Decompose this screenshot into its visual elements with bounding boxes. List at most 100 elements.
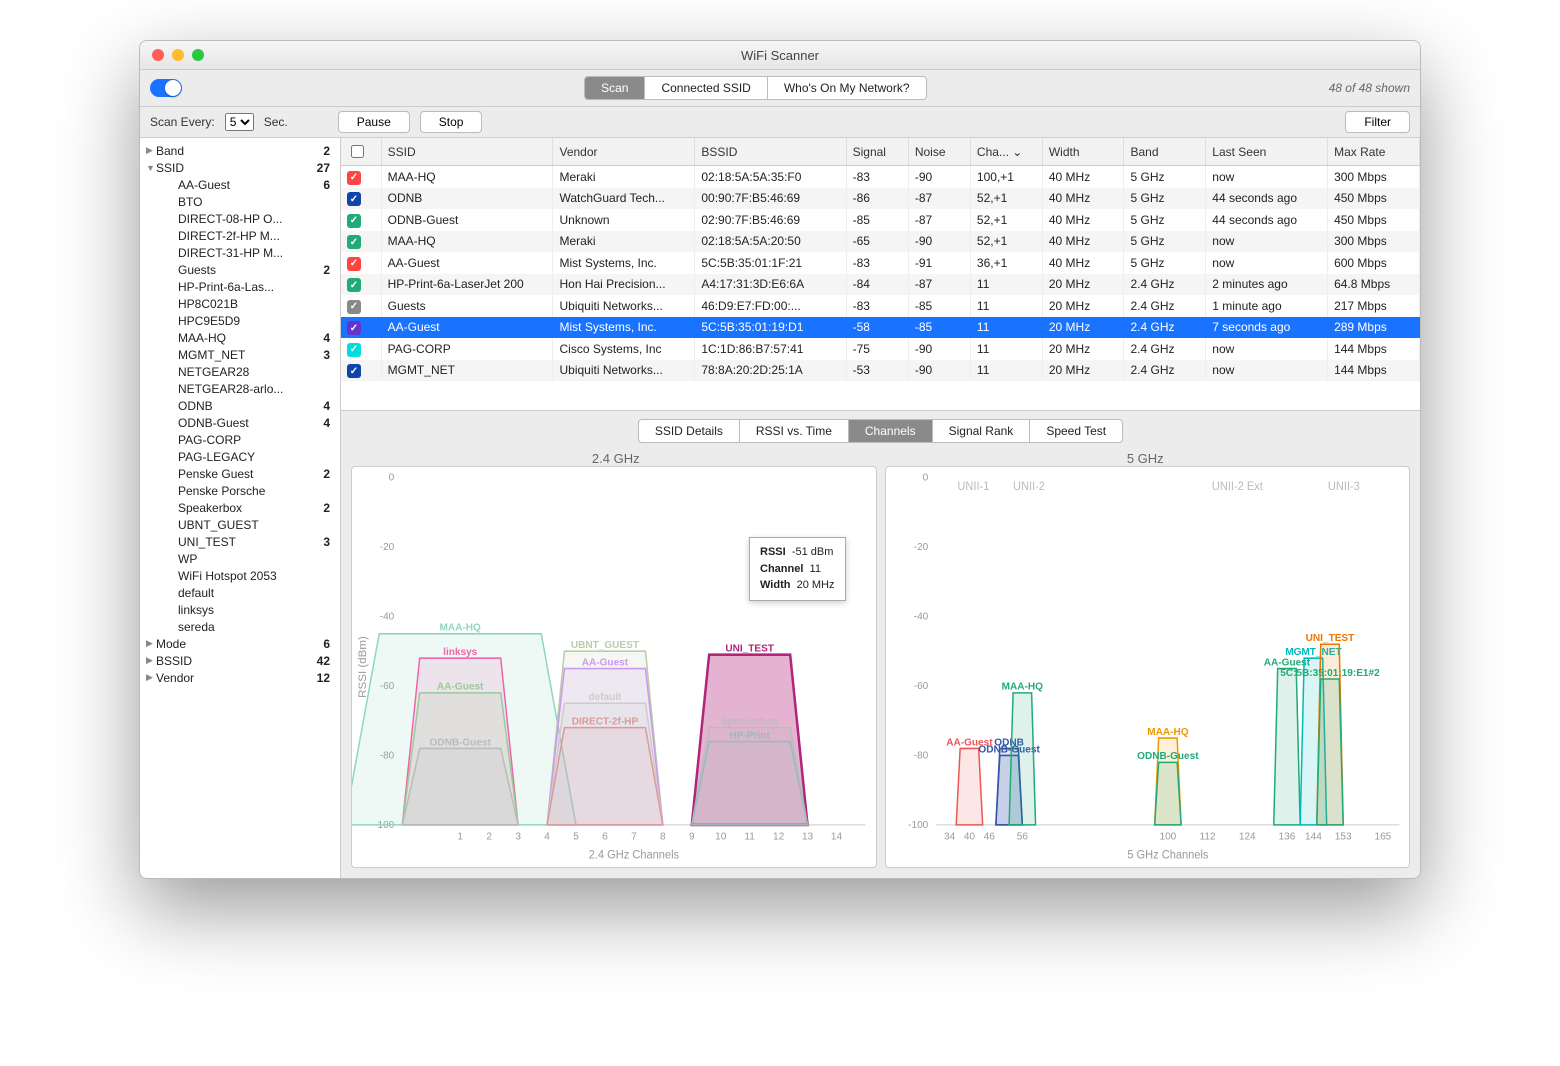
sidebar-label: Speakerbox <box>178 501 310 515</box>
pause-button[interactable]: Pause <box>338 111 410 133</box>
col-Noise[interactable]: Noise <box>908 138 970 166</box>
sidebar-item-speakerbox[interactable]: Speakerbox2 <box>140 499 340 516</box>
sidebar-item-netgear28-arlo-[interactable]: NETGEAR28-arlo... <box>140 380 340 397</box>
svg-text:-40: -40 <box>380 611 395 622</box>
sidebar-item-linksys[interactable]: linksys <box>140 601 340 618</box>
svg-text:165: 165 <box>1374 831 1391 842</box>
detail-tab-speed-test[interactable]: Speed Test <box>1030 420 1122 442</box>
table-row[interactable]: ✓MGMT_NETUbiquiti Networks...78:8A:20:2D… <box>341 360 1420 382</box>
svg-text:14: 14 <box>831 831 842 842</box>
select-all-checkbox[interactable] <box>351 145 364 158</box>
tab-who-s-on-my-network-[interactable]: Who's On My Network? <box>768 77 926 99</box>
row-color-checkbox[interactable]: ✓ <box>347 364 361 378</box>
col-Cha... ⌄[interactable]: Cha... ⌄ <box>970 138 1042 166</box>
sidebar-count: 2 <box>310 501 330 515</box>
table-row[interactable]: ✓ODNB-GuestUnknown02:90:7F:B5:46:69-85-8… <box>341 209 1420 231</box>
sidebar-item-direct-31-hp-m-[interactable]: DIRECT-31-HP M... <box>140 244 340 261</box>
sidebar-item-hpc9e5d9[interactable]: HPC9E5D9 <box>140 312 340 329</box>
sidebar-count: 4 <box>310 416 330 430</box>
col-Max Rate[interactable]: Max Rate <box>1328 138 1420 166</box>
sidebar-item-default[interactable]: default <box>140 584 340 601</box>
table-row[interactable]: ✓MAA-HQMeraki02:18:5A:5A:35:F0-83-90100,… <box>341 166 1420 188</box>
sidebar-item-guests[interactable]: Guests2 <box>140 261 340 278</box>
sidebar-item-aa-guest[interactable]: AA-Guest6 <box>140 176 340 193</box>
sidebar-label: Vendor <box>156 671 310 685</box>
col-Signal[interactable]: Signal <box>846 138 908 166</box>
sidebar-item-pag-legacy[interactable]: PAG-LEGACY <box>140 448 340 465</box>
svg-text:1: 1 <box>457 831 463 842</box>
col-Width[interactable]: Width <box>1042 138 1124 166</box>
table-row[interactable]: ✓PAG-CORPCisco Systems, Inc1C:1D:86:B7:5… <box>341 338 1420 360</box>
sidebar-item-pag-corp[interactable]: PAG-CORP <box>140 431 340 448</box>
sidebar-item-odnb[interactable]: ODNB4 <box>140 397 340 414</box>
sidebar-item-odnb-guest[interactable]: ODNB-Guest4 <box>140 414 340 431</box>
row-color-checkbox[interactable]: ✓ <box>347 343 361 357</box>
detail-tab-ssid-details[interactable]: SSID Details <box>639 420 740 442</box>
table-header[interactable]: SSIDVendorBSSIDSignalNoiseCha... ⌄WidthB… <box>341 138 1420 166</box>
sidebar-item-mode[interactable]: ▶Mode6 <box>140 635 340 652</box>
sidebar-item-ssid[interactable]: ▼SSID27 <box>140 159 340 176</box>
col-BSSID[interactable]: BSSID <box>695 138 846 166</box>
sidebar-item-direct-08-hp-o-[interactable]: DIRECT-08-HP O... <box>140 210 340 227</box>
tab-connected-ssid[interactable]: Connected SSID <box>645 77 767 99</box>
disclosure-icon: ▶ <box>146 655 156 666</box>
table-row[interactable]: ✓HP-Print-6a-LaserJet 200Hon Hai Precisi… <box>341 274 1420 296</box>
col-Vendor[interactable]: Vendor <box>553 138 695 166</box>
sidebar-item-direct-2f-hp-m-[interactable]: DIRECT-2f-HP M... <box>140 227 340 244</box>
svg-text:0: 0 <box>389 473 395 484</box>
row-color-checkbox[interactable]: ✓ <box>347 300 361 314</box>
sidebar-item-bto[interactable]: BTO <box>140 193 340 210</box>
chart-24ghz[interactable]: 0-20-40-60-80-100RSSI (dBm)1234567891011… <box>351 466 877 868</box>
sidebar-label: UBNT_GUEST <box>178 518 310 532</box>
svg-text:linksys: linksys <box>443 647 477 658</box>
sidebar-item-penske-porsche[interactable]: Penske Porsche <box>140 482 340 499</box>
sidebar-item-hp-print-6a-las-[interactable]: HP-Print-6a-Las... <box>140 278 340 295</box>
col-Band[interactable]: Band <box>1124 138 1206 166</box>
sidebar-item-vendor[interactable]: ▶Vendor12 <box>140 669 340 686</box>
sidebar: ▶Band2▼SSID27AA-Guest6 BTODIRECT-08-HP O.… <box>140 138 341 878</box>
sidebar-item-wifi-hotspot-2053[interactable]: WiFi Hotspot 2053 <box>140 567 340 584</box>
sidebar-label: HPC9E5D9 <box>178 314 310 328</box>
col-Last Seen[interactable]: Last Seen <box>1206 138 1328 166</box>
row-color-checkbox[interactable]: ✓ <box>347 235 361 249</box>
row-color-checkbox[interactable]: ✓ <box>347 214 361 228</box>
sidebar-item-sereda[interactable]: sereda <box>140 618 340 635</box>
scan-interval-select[interactable]: 5 <box>225 113 254 131</box>
sidebar-item-bssid[interactable]: ▶BSSID42 <box>140 652 340 669</box>
sidebar-item-wp[interactable]: WP <box>140 550 340 567</box>
sidebar-label: BTO <box>178 195 310 209</box>
svg-text:UNII-2: UNII-2 <box>1012 481 1044 493</box>
row-color-checkbox[interactable]: ✓ <box>347 278 361 292</box>
col-SSID[interactable]: SSID <box>381 138 553 166</box>
table-row[interactable]: ✓GuestsUbiquiti Networks...46:D9:E7:FD:0… <box>341 295 1420 317</box>
power-toggle[interactable] <box>150 79 182 97</box>
sidebar-item-band[interactable]: ▶Band2 <box>140 142 340 159</box>
sidebar-item-penske-guest[interactable]: Penske Guest2 <box>140 465 340 482</box>
network-table[interactable]: SSIDVendorBSSIDSignalNoiseCha... ⌄WidthB… <box>341 138 1420 411</box>
sidebar-item-netgear28[interactable]: NETGEAR28 <box>140 363 340 380</box>
detail-tab-channels[interactable]: Channels <box>849 420 933 442</box>
filter-button[interactable]: Filter <box>1345 111 1410 133</box>
col-check[interactable] <box>341 138 381 166</box>
row-color-checkbox[interactable]: ✓ <box>347 192 361 206</box>
sidebar-item-mgmt-net[interactable]: MGMT_NET3 <box>140 346 340 363</box>
table-row[interactable]: ✓ODNBWatchGuard Tech...00:90:7F:B5:46:69… <box>341 188 1420 210</box>
table-row[interactable]: ✓MAA-HQMeraki02:18:5A:5A:20:50-65-9052,+… <box>341 231 1420 253</box>
stop-button[interactable]: Stop <box>420 111 483 133</box>
table-row[interactable]: ✓AA-GuestMist Systems, Inc.5C:5B:35:01:1… <box>341 252 1420 274</box>
sidebar-label: MAA-HQ <box>178 331 310 345</box>
row-color-checkbox[interactable]: ✓ <box>347 321 361 335</box>
sidebar-item-maa-hq[interactable]: MAA-HQ4 <box>140 329 340 346</box>
svg-text:-40: -40 <box>913 611 928 622</box>
chart-5ghz[interactable]: 0-20-40-60-80-10034404656100112124136144… <box>885 466 1411 868</box>
sidebar-item-ubnt-guest[interactable]: UBNT_GUEST <box>140 516 340 533</box>
detail-tab-rssi-vs-time[interactable]: RSSI vs. Time <box>740 420 849 442</box>
sidebar-count: 6 <box>310 637 330 651</box>
row-color-checkbox[interactable]: ✓ <box>347 171 361 185</box>
detail-tab-signal-rank[interactable]: Signal Rank <box>933 420 1031 442</box>
sidebar-item-uni-test[interactable]: UNI_TEST3 <box>140 533 340 550</box>
table-row[interactable]: ✓AA-GuestMist Systems, Inc.5C:5B:35:01:1… <box>341 317 1420 339</box>
row-color-checkbox[interactable]: ✓ <box>347 257 361 271</box>
tab-scan[interactable]: Scan <box>585 77 645 99</box>
sidebar-item-hp8c021b[interactable]: HP8C021B <box>140 295 340 312</box>
